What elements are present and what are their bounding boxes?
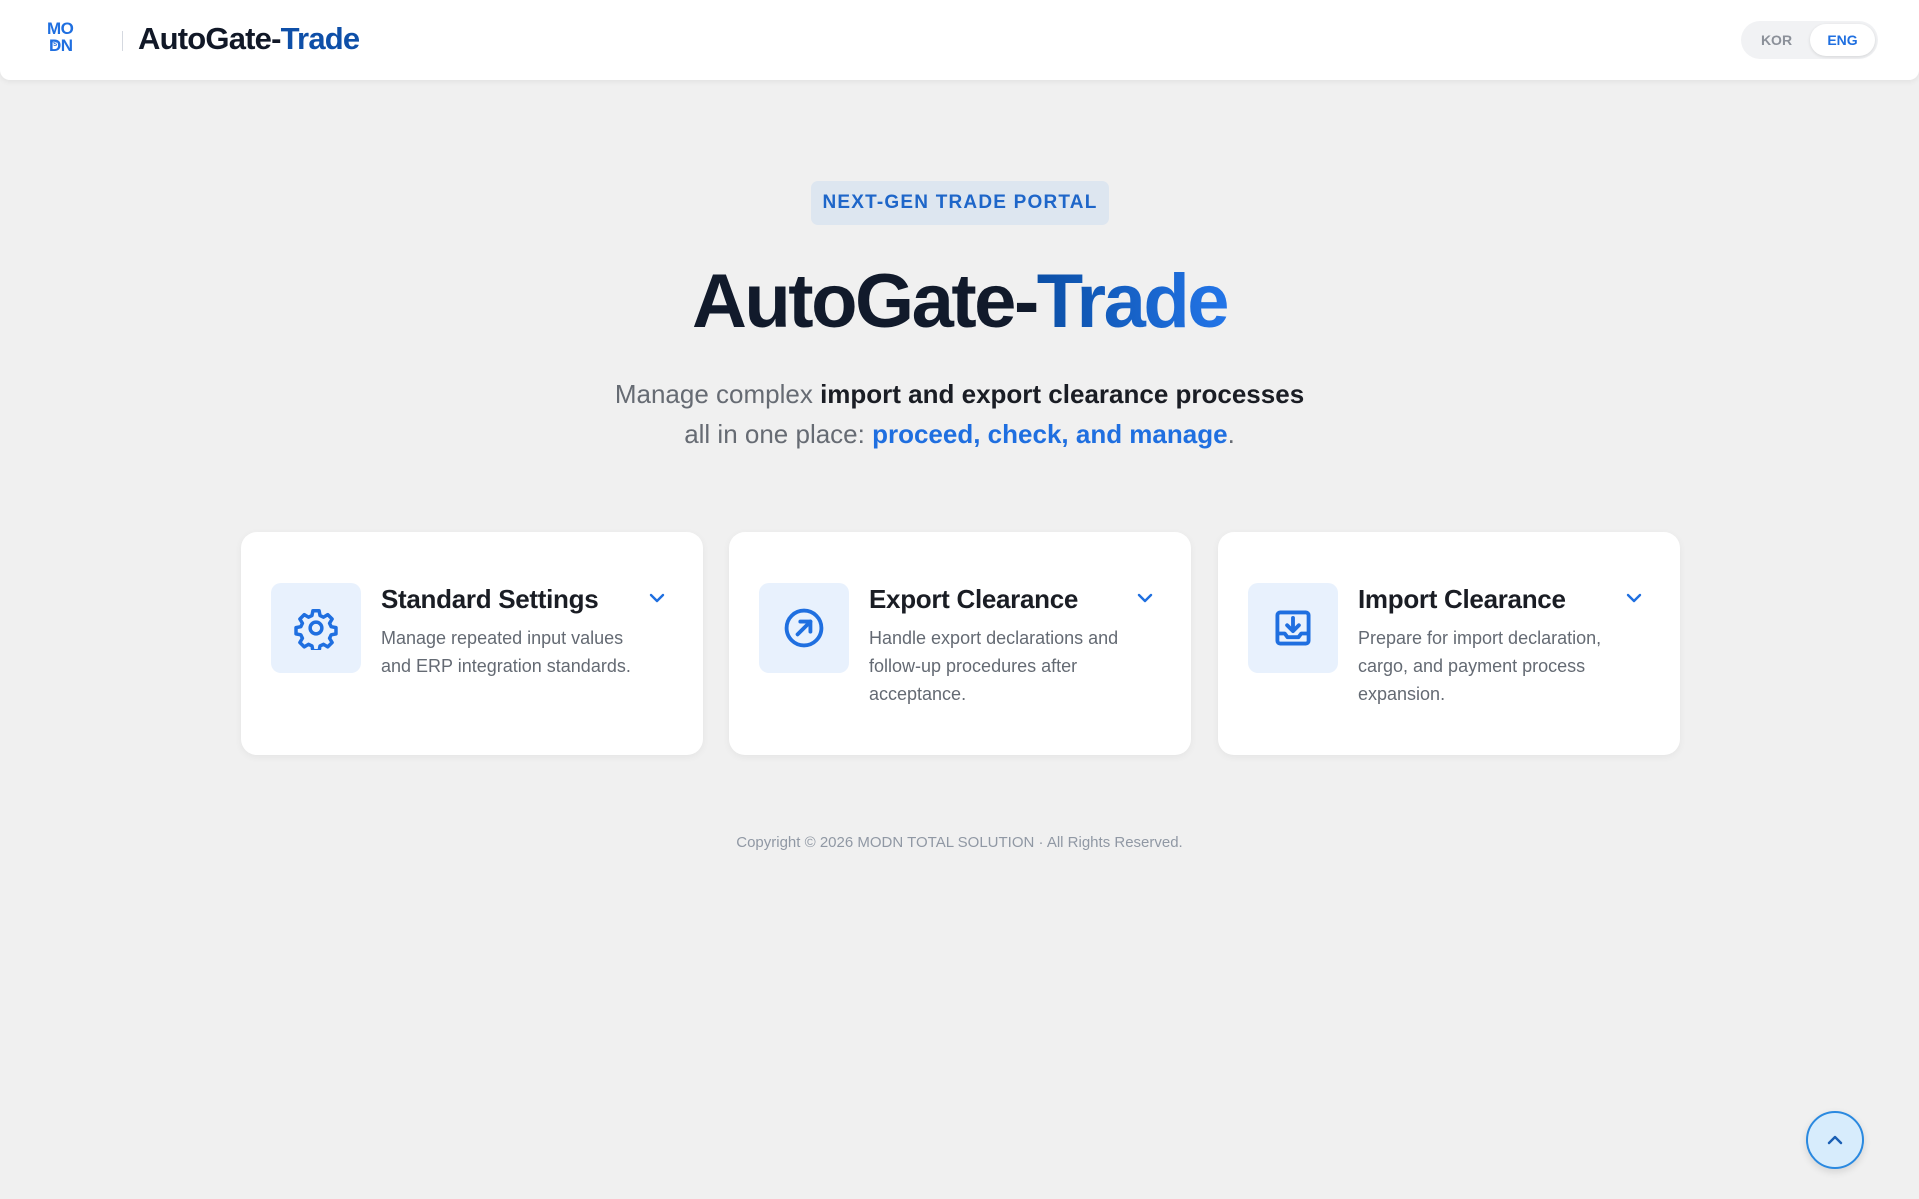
brand-main: AutoGate- — [138, 21, 281, 56]
logo-text-bottom: DN TS — [49, 36, 73, 55]
chevron-down-icon[interactable] — [1135, 588, 1155, 608]
download-tray-icon — [1248, 583, 1338, 673]
chevron-down-icon[interactable] — [1624, 588, 1644, 608]
footer-copyright: Copyright © 2026 MODN TOTAL SOLUTION · A… — [736, 834, 1183, 851]
brand-title[interactable]: AutoGate-Trade — [138, 21, 361, 57]
lang-kor-button[interactable]: KOR — [1744, 24, 1809, 56]
hero-title-main: AutoGate- — [691, 259, 1039, 344]
gear-icon — [271, 583, 361, 673]
card-description: Prepare for import declaration, cargo, a… — [1358, 628, 1602, 704]
card-standard-settings[interactable]: Standard Settings Manage repeated input … — [241, 532, 703, 755]
arrow-up-right-circle-icon — [759, 583, 849, 673]
card-import-clearance[interactable]: Import Clearance Prepare for import decl… — [1218, 532, 1680, 755]
language-toggle: KOR ENG — [1741, 21, 1878, 59]
logo-text-top: MO — [47, 19, 74, 38]
hero-sub-end: . — [1227, 419, 1235, 449]
hero-title-accent: Trade — [1036, 259, 1230, 344]
top-header: MO DN TS AutoGate-Trade KOR ENG — [0, 0, 1919, 80]
card-title: Export Clearance — [869, 584, 1079, 614]
card-title: Standard Settings — [381, 584, 599, 614]
brand-accent: Trade — [280, 21, 361, 56]
card-export-clearance[interactable]: Export Clearance Handle export declarati… — [729, 532, 1191, 755]
hero-sub-blue: proceed, check, and manage — [872, 419, 1228, 449]
hero-subtitle: Manage complex import and export clearan… — [0, 374, 1919, 454]
modn-logo[interactable]: MO DN TS — [47, 20, 87, 60]
logo-text-small: TS — [50, 42, 57, 48]
header-divider — [122, 31, 123, 51]
chevron-down-icon[interactable] — [647, 588, 667, 608]
portal-badge: NEXT-GEN TRADE PORTAL — [811, 181, 1109, 225]
lang-eng-button[interactable]: ENG — [1810, 24, 1875, 56]
chevron-up-icon — [1827, 1135, 1843, 1145]
card-title: Import Clearance — [1358, 584, 1566, 614]
hero-sub-plain-2: all in one place: — [684, 419, 873, 449]
hero-title: AutoGate-Trade — [0, 258, 1919, 345]
scroll-to-top-button[interactable] — [1806, 1111, 1864, 1169]
card-description: Manage repeated input values and ERP int… — [381, 628, 631, 676]
hero-sub-plain-1: Manage complex — [614, 379, 821, 409]
card-description: Handle export declarations and follow-up… — [869, 628, 1119, 704]
hero-sub-strong: import and export clearance processes — [820, 379, 1305, 409]
